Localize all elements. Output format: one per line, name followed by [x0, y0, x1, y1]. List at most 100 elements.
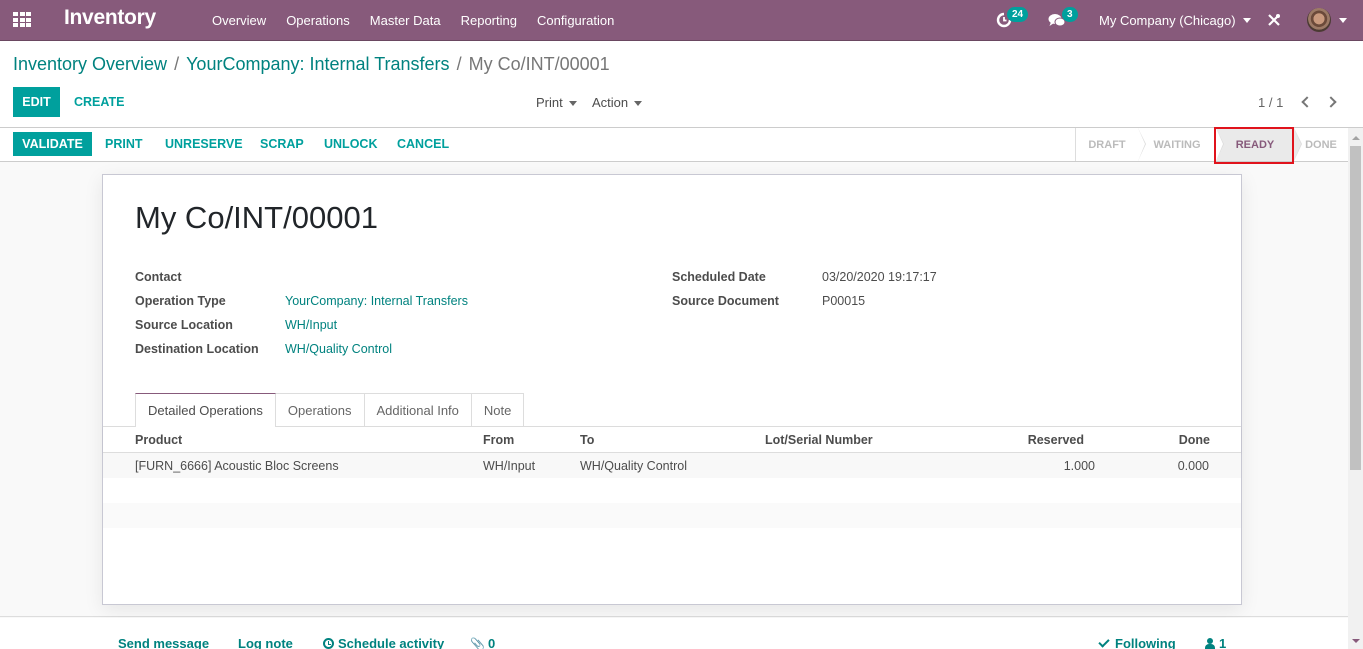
chevron-right-icon [1324, 96, 1337, 108]
message-count-badge: 3 [1062, 7, 1078, 22]
column-product[interactable]: Product [135, 433, 182, 447]
pager-next-button[interactable] [1322, 91, 1342, 113]
action-dropdown[interactable]: Action [592, 95, 643, 110]
form-sheet: My Co/INT/00001 Contact Operation Type Y… [102, 174, 1242, 605]
record-title: My Co/INT/00001 [135, 200, 378, 235]
messaging-menu[interactable] [1048, 0, 1066, 40]
pager-value[interactable]: 1 / 1 [1258, 95, 1283, 110]
debug-tools-button[interactable] [1267, 0, 1281, 40]
tools-icon [1268, 14, 1280, 26]
user-menu[interactable] [1307, 0, 1347, 40]
stage-waiting[interactable]: WAITING [1138, 128, 1224, 161]
company-switcher[interactable]: My Company (Chicago) [1099, 0, 1251, 40]
cancel-button[interactable]: CANCEL [397, 132, 449, 156]
menu-item-overview[interactable]: Overview [212, 13, 266, 28]
tab-additional-info[interactable]: Additional Info [363, 393, 472, 426]
create-button[interactable]: CREATE [66, 87, 132, 117]
form-statusbar: VALIDATE PRINT UNRESERVE SCRAP UNLOCK CA… [0, 128, 1348, 162]
breadcrumb-inventory-overview[interactable]: Inventory Overview [13, 54, 167, 75]
validate-button[interactable]: VALIDATE [13, 132, 92, 156]
cell-product: [FURN_6666] Acoustic Bloc Screens [135, 459, 339, 473]
print-button[interactable]: PRINT [105, 132, 143, 156]
menu-item-configuration[interactable]: Configuration [537, 13, 614, 28]
schedule-activity-button[interactable]: Schedule activity [323, 636, 444, 649]
stage-done[interactable]: DONE [1294, 128, 1348, 161]
column-lot-serial[interactable]: Lot/Serial Number [765, 433, 873, 447]
top-navbar: Inventory Overview Operations Master Dat… [0, 0, 1363, 41]
check-icon [1098, 636, 1110, 648]
source-location-value[interactable]: WH/Input [285, 318, 337, 332]
cell-to: WH/Quality Control [580, 459, 687, 473]
scheduled-date-label: Scheduled Date [672, 270, 766, 284]
chevron-down-icon [1339, 17, 1347, 23]
attachments-button[interactable]: 📎 0 [470, 636, 495, 649]
log-note-button[interactable]: Log note [238, 636, 293, 649]
edit-button[interactable]: EDIT [13, 87, 60, 117]
scroll-thumb[interactable] [1350, 146, 1361, 470]
column-from[interactable]: From [483, 433, 514, 447]
breadcrumb-separator: / [456, 54, 462, 74]
page-scrollbar[interactable] [1348, 128, 1363, 649]
control-panel: Inventory Overview / YourCompany: Intern… [0, 41, 1363, 128]
pager-previous-button[interactable] [1295, 91, 1315, 113]
status-stages: DRAFT WAITING READY DONE [1075, 128, 1348, 161]
source-location-label: Source Location [135, 318, 233, 332]
menu-item-master-data[interactable]: Master Data [370, 13, 441, 28]
attachment-count: 0 [487, 636, 496, 649]
print-dropdown-label: Print [536, 95, 563, 110]
notebook-tabs: Detailed Operations Operations Additiona… [135, 393, 525, 427]
user-avatar [1307, 8, 1331, 32]
detailed-operations-table: Product From To Lot/Serial Number Reserv… [103, 427, 1241, 528]
cell-reserved: 1.000 [1063, 459, 1095, 473]
send-message-label: Send message [118, 636, 210, 649]
cell-done: 0.000 [1177, 459, 1209, 473]
user-icon [1205, 637, 1215, 649]
stage-ready[interactable]: READY [1216, 128, 1302, 161]
log-note-label: Log note [238, 636, 293, 649]
menu-item-operations[interactable]: Operations [286, 13, 350, 28]
unreserve-button[interactable]: UNRESERVE [165, 132, 243, 156]
chevron-down-icon [1242, 17, 1251, 23]
column-to[interactable]: To [580, 433, 594, 447]
empty-row [103, 503, 1241, 528]
paperclip-icon: 📎 [470, 636, 485, 649]
column-reserved[interactable]: Reserved [1028, 433, 1084, 447]
following-button[interactable]: Following [1098, 636, 1176, 649]
breadcrumb-separator: / [174, 54, 180, 74]
contact-label: Contact [135, 270, 182, 284]
clock-icon [323, 638, 334, 649]
scroll-up-icon[interactable] [1352, 136, 1360, 140]
tab-detailed-operations[interactable]: Detailed Operations [135, 393, 276, 427]
scheduled-date-value: 03/20/2020 19:17:17 [822, 270, 937, 284]
print-dropdown[interactable]: Print [536, 95, 577, 110]
scrap-button[interactable]: SCRAP [260, 132, 304, 156]
activity-count-badge: 24 [1007, 7, 1029, 22]
scroll-down-icon[interactable] [1352, 639, 1360, 643]
chatter-topbar: Send message Log note Schedule activity … [0, 618, 1348, 649]
send-message-button[interactable]: Send message [118, 636, 209, 649]
chevron-down-icon [634, 101, 643, 107]
source-document-label: Source Document [672, 294, 779, 308]
breadcrumb: Inventory Overview / YourCompany: Intern… [13, 54, 610, 75]
table-row[interactable]: [FURN_6666] Acoustic Bloc Screens WH/Inp… [103, 453, 1241, 478]
tab-operations[interactable]: Operations [274, 393, 365, 426]
breadcrumb-internal-transfers[interactable]: YourCompany: Internal Transfers [186, 54, 449, 75]
app-title[interactable]: Inventory [64, 6, 156, 30]
stage-draft[interactable]: DRAFT [1076, 128, 1146, 161]
operation-type-label: Operation Type [135, 294, 226, 308]
empty-row [103, 478, 1241, 503]
apps-grid-icon[interactable] [13, 12, 31, 27]
menu-item-reporting[interactable]: Reporting [461, 13, 517, 28]
main-menu: Overview Operations Master Data Reportin… [212, 0, 634, 40]
source-document-value: P00015 [822, 294, 866, 308]
cell-from: WH/Input [483, 459, 536, 473]
tab-note[interactable]: Note [470, 393, 525, 426]
follower-count: 1 [1219, 636, 1227, 649]
column-done[interactable]: Done [1179, 433, 1210, 447]
followers-button[interactable]: 1 [1205, 636, 1226, 649]
destination-location-value[interactable]: WH/Quality Control [285, 342, 392, 356]
schedule-activity-label: Schedule activity [338, 636, 445, 649]
operation-type-value[interactable]: YourCompany: Internal Transfers [285, 294, 468, 308]
unlock-button[interactable]: UNLOCK [324, 132, 377, 156]
chevron-left-icon [1300, 96, 1313, 108]
